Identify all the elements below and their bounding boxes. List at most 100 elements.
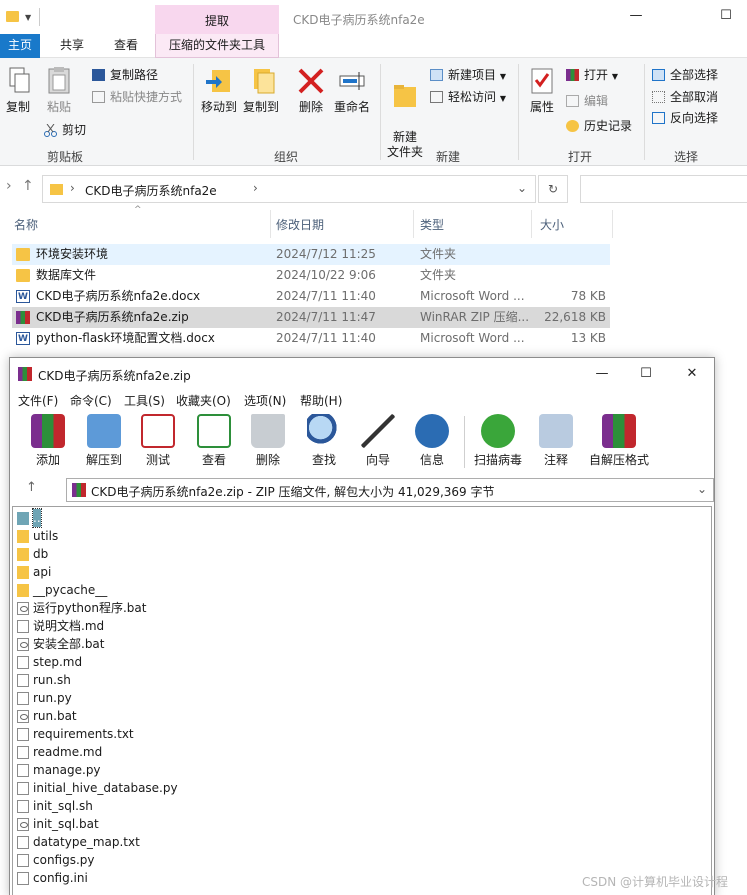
column-header-name[interactable]: 名称 [14,214,38,236]
address-bar[interactable]: › CKD电子病历系统nfa2e › ⌄ [42,175,536,203]
file-size: 22,618 KB [544,310,606,324]
file-row[interactable]: CKD电子病历系统nfa2e.docx 2024/7/11 11:40 Micr… [12,286,610,308]
up-arrow-icon[interactable]: ↑ [26,480,37,495]
up-arrow-icon[interactable]: ↑ [22,178,34,194]
close-button[interactable]: ✕ [682,366,702,384]
paste-shortcut-icon [92,91,105,103]
tab-share[interactable]: 共享 [50,34,94,58]
menu-file[interactable]: 文件(F) [18,392,58,409]
rename-button[interactable]: 重命名 [332,66,372,115]
file-row[interactable]: 数据库文件 2024/10/22 9:06 文件夹 [12,265,610,286]
address-bar-row: › ↑ › CKD电子病历系统nfa2e › ⌄ ↻ [0,172,747,204]
open-button[interactable]: 打开 ▼ [566,66,618,84]
delete-label: 删除 [298,100,323,114]
menu-favorites[interactable]: 收藏夹(O) [176,392,231,409]
info-button[interactable]: 信息 [406,414,458,468]
item-name: configs.py [33,853,95,867]
paste-button[interactable]: 粘贴 [44,66,74,115]
menu-tools[interactable]: 工具(S) [124,392,165,409]
delete-button[interactable]: 删除 [242,414,294,468]
add-button[interactable]: 添加 [22,414,74,468]
maximize-button[interactable]: ☐ [716,8,736,26]
maximize-button[interactable]: ☐ [636,366,656,384]
file-name: python-flask环境配置文档.docx [36,331,215,345]
file-name: CKD电子病历系统nfa2e.docx [36,289,201,303]
comment-button[interactable]: 注释 [530,414,582,468]
divider [464,416,465,468]
select-all-button[interactable]: 全部选择 [652,66,718,84]
refresh-button[interactable]: ↻ [538,175,568,203]
chevron-down-icon: ▼ [499,72,506,81]
quick-access-dropdown-icon[interactable]: ▼ [25,13,31,22]
archive-path-dropdown[interactable]: CKD电子病历系统nfa2e.zip - ZIP 压缩文件, 解包大小为 41,… [66,478,714,502]
find-button[interactable]: 查找 [298,414,350,468]
item-name: manage.py [33,763,101,777]
tab-home[interactable]: 主页 [0,34,40,58]
quick-access-folder-icon[interactable] [6,11,19,22]
item-name: 运行python程序.bat [33,601,147,615]
paste-shortcut-button[interactable]: 粘贴快捷方式 [92,88,182,106]
cut-button[interactable]: 剪切 [44,121,86,139]
chevron-down-icon[interactable]: ⌄ [517,181,527,195]
copy-to-label: 复制到 [242,100,279,114]
move-to-icon [204,66,234,96]
column-header-date[interactable]: 修改日期 [276,214,324,236]
column-header-size[interactable]: 大小 [540,214,564,236]
divider [193,64,194,160]
copy-button[interactable]: 复制 [4,66,32,115]
minimize-button[interactable]: — [626,8,646,26]
select-all-label: 全部选择 [670,68,719,82]
copy-path-button[interactable]: 复制路径 [92,66,158,84]
delete-label: 删除 [255,453,280,467]
tab-compressed-folder-tools[interactable]: 压缩的文件夹工具 [155,34,279,58]
divider [644,64,645,160]
scan-virus-label: 扫描病毒 [473,453,522,467]
menu-commands[interactable]: 命令(C) [70,392,112,409]
new-folder-button[interactable]: 新建 文件夹 [384,66,426,175]
test-checklist-icon [141,414,175,448]
scan-virus-button[interactable]: 扫描病毒 [472,414,524,468]
move-to-label: 移动到 [200,100,237,114]
search-input[interactable] [580,175,747,203]
history-button[interactable]: 历史记录 [566,117,632,135]
chevron-right-icon[interactable]: › [253,181,258,195]
column-header-type[interactable]: 类型 [420,214,444,236]
edit-button[interactable]: 编辑 [566,92,608,110]
chevron-down-icon: ▼ [499,94,506,103]
properties-button[interactable]: 属性 [524,66,560,115]
open-group-label: 打开 [567,150,592,164]
file-row[interactable]: CKD电子病历系统nfa2e.zip 2024/7/11 11:47 WinRA… [12,307,610,328]
file-icon [17,782,29,795]
address-path[interactable]: CKD电子病历系统nfa2e [85,182,217,199]
chevron-right-icon: › [70,181,75,195]
delete-button[interactable]: 删除 [294,66,328,115]
item-name: readme.md [33,745,103,759]
archive-file-list[interactable]: .. utils db api __pycache__ 运行python程序.b… [12,506,712,895]
item-name: 说明文档.md [33,619,105,633]
chevron-down-icon[interactable]: ⌄ [697,482,707,496]
view-button[interactable]: 查看 [188,414,240,468]
easy-access-button[interactable]: 轻松访问 ▼ [430,88,506,106]
extract-to-button[interactable]: 解压到 [78,414,130,468]
chevron-right-icon[interactable]: › [6,178,12,194]
sfx-box-icon [602,414,636,448]
move-to-button[interactable]: 移动到 [198,66,240,115]
tab-view[interactable]: 查看 [104,34,148,58]
test-button[interactable]: 测试 [132,414,184,468]
invert-selection-button[interactable]: 反向选择 [652,109,718,127]
minimize-button[interactable]: — [592,366,612,384]
menu-options[interactable]: 选项(N) [244,392,286,409]
comment-icon [539,414,573,448]
select-none-button[interactable]: 全部取消 [652,88,718,106]
sfx-button[interactable]: 自解压格式 [586,414,652,468]
file-icon [17,764,29,777]
select-group-label: 选择 [673,150,698,164]
wizard-button[interactable]: 向导 [352,414,404,468]
new-item-button[interactable]: 新建项目 ▼ [430,66,506,84]
copy-to-button[interactable]: 复制到 [240,66,282,115]
sfx-label: 自解压格式 [588,453,649,467]
file-row[interactable]: 环境安装环境 2024/7/12 11:25 文件夹 [12,244,610,265]
file-row[interactable]: python-flask环境配置文档.docx 2024/7/11 11:40 … [12,328,610,350]
menu-help[interactable]: 帮助(H) [300,392,342,409]
file-date: 2024/7/11 11:47 [276,310,376,324]
